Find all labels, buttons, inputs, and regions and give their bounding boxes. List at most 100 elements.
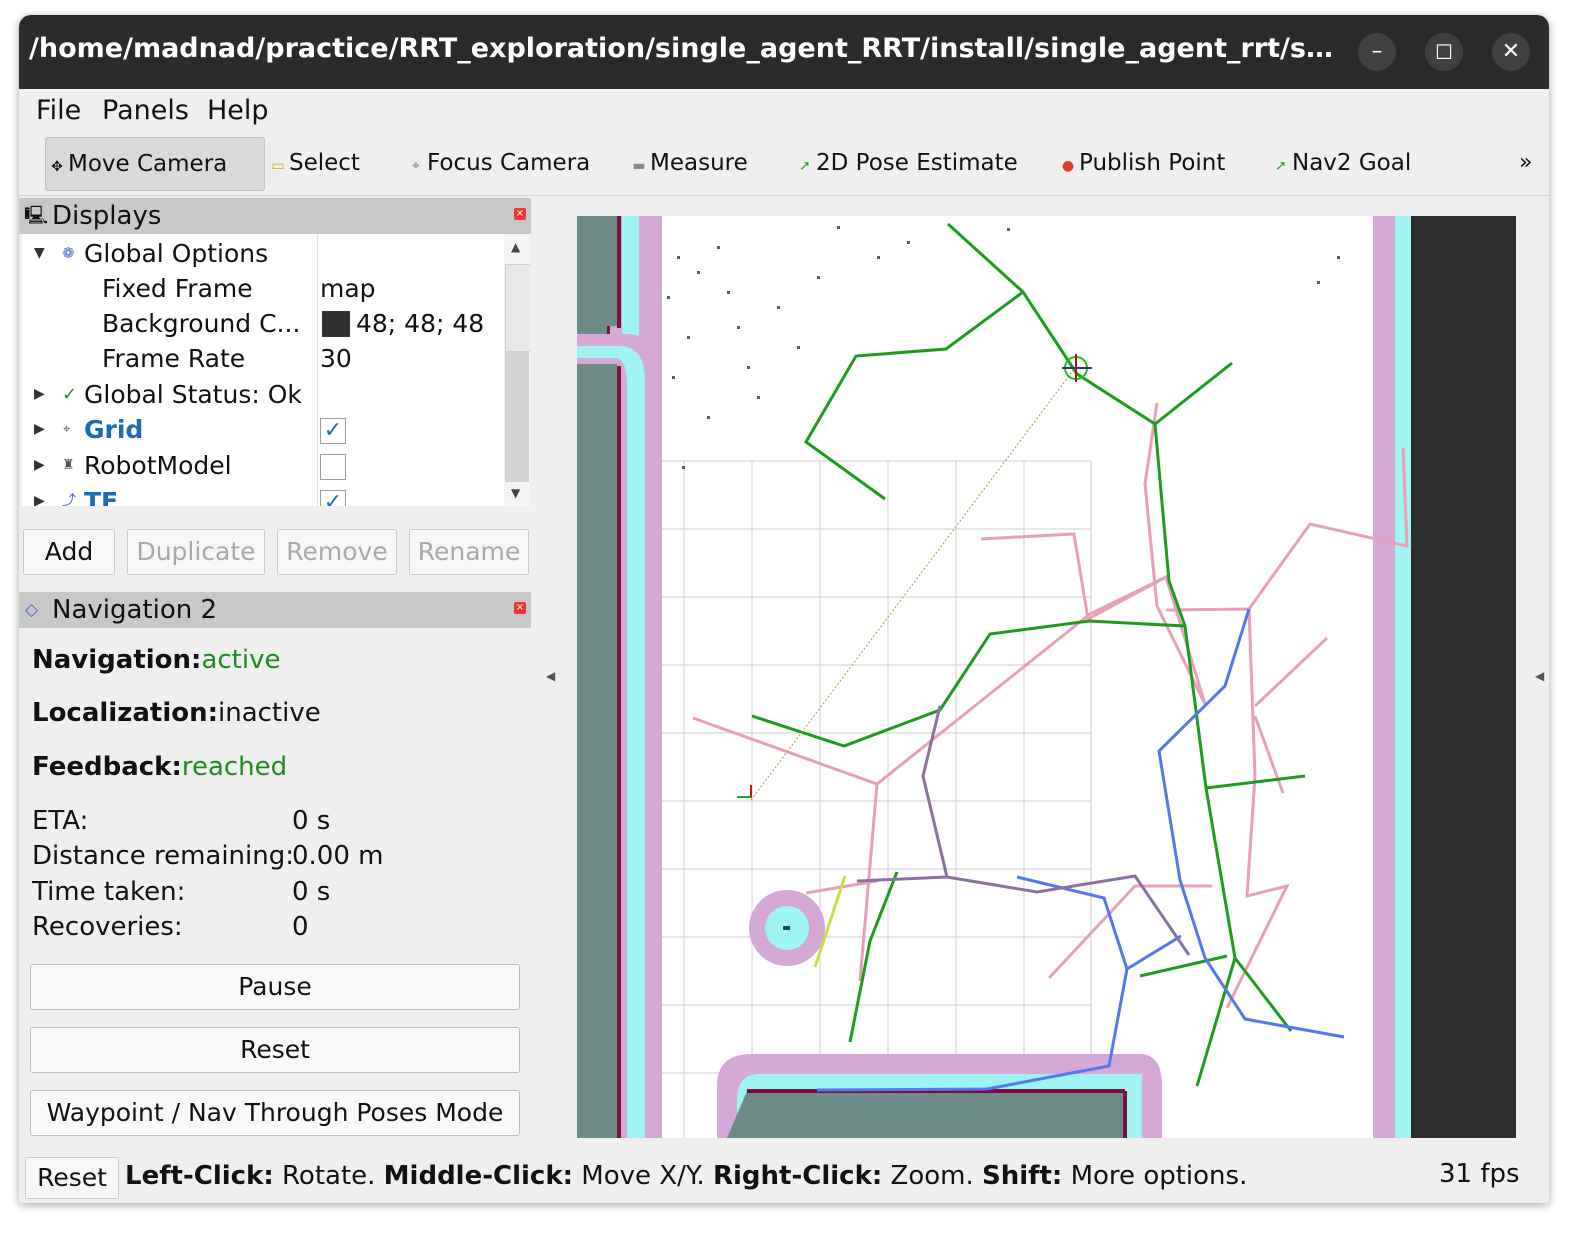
add-button[interactable]: Add [23, 529, 115, 575]
scroll-up-icon[interactable]: ▲ [511, 240, 520, 254]
status-bar: Reset Left-Click: Rotate. Middle-Click: … [19, 1155, 1549, 1203]
maximize-button[interactable]: ☐ [1425, 33, 1463, 71]
select-tool[interactable]: ▭ Select [269, 137, 360, 189]
top-left-edge [617, 216, 621, 328]
nav2-goal-tool[interactable]: ➚ Nav2 Goal [1272, 137, 1411, 189]
collapse-arrow-icon[interactable]: ▼ [34, 236, 48, 271]
pose-estimate-tool[interactable]: ➚ 2D Pose Estimate [796, 137, 1018, 189]
bottom-obstacle-wall [727, 1091, 1125, 1138]
menu-bar: File Panels Help [19, 89, 1549, 133]
distance-value: 0.00 m [292, 841, 384, 871]
menu-help[interactable]: Help [207, 95, 269, 126]
displays-tree[interactable]: ▼ ❁ Global Options Fixed Frame map Backg… [22, 234, 530, 506]
displays-scrollbar[interactable]: ▲ ▼ [504, 234, 530, 506]
recoveries-label: Recoveries: [32, 912, 183, 942]
nav-diamond-icon: ◇ [25, 600, 39, 620]
tree-row-grid[interactable]: ▶ ⌖ Grid ✓ [22, 412, 502, 447]
distance-label: Distance remaining: [32, 841, 294, 871]
close-panel-icon[interactable]: × [514, 208, 526, 220]
map-canvas[interactable] [577, 216, 1516, 1138]
mouse-hints: Left-Click: Rotate. Middle-Click: Move X… [125, 1161, 1248, 1191]
title-bar[interactable]: /home/madnad/practice/RRT_exploration/si… [19, 15, 1549, 89]
scroll-track[interactable] [505, 352, 529, 482]
publish-point-icon: ● [1061, 158, 1075, 174]
top-left-wall [577, 216, 617, 326]
tree-row-global-options[interactable]: ▼ ❁ Global Options [22, 236, 502, 271]
toolbar-overflow-button[interactable]: » [1519, 137, 1532, 189]
grid-icon: ⌖ [63, 422, 71, 437]
localization-status: Localization:inactive [32, 698, 321, 728]
tree-row-background-color[interactable]: Background C... 48; 48; 48 [22, 306, 502, 341]
recoveries-value: 0 [292, 912, 309, 942]
right-wall-edge [1411, 216, 1415, 1138]
expand-arrow-icon[interactable]: ▶ [34, 448, 48, 483]
measure-icon: ▬ [632, 158, 646, 174]
notch-wall-edge [617, 366, 621, 1138]
duplicate-button[interactable]: Duplicate [127, 529, 265, 575]
menu-panels[interactable]: Panels [102, 95, 189, 126]
time-value: 0 s [292, 877, 331, 907]
right-cost-cyan [1395, 216, 1413, 1138]
tree-row-robotmodel[interactable]: ▶ ♜ RobotModel [22, 448, 502, 483]
expand-arrow-icon[interactable]: ▶ [34, 412, 48, 447]
render-viewport[interactable] [577, 216, 1516, 1138]
waypoint-mode-button[interactable]: Waypoint / Nav Through Poses Mode [30, 1090, 520, 1136]
tree-row-tf[interactable]: ▶ ⤴ TF ✓ [22, 484, 502, 506]
navigation-status: Navigation:active [32, 645, 281, 675]
navigation-value: active [201, 645, 281, 675]
close-button[interactable]: ✕ [1492, 33, 1530, 71]
free-space [577, 216, 1415, 1138]
fps-counter: 31 fps [1439, 1159, 1520, 1189]
scroll-thumb[interactable] [505, 264, 530, 352]
tree-row-global-status[interactable]: ▶ ✓ Global Status: Ok [22, 377, 502, 412]
tree-row-frame-rate[interactable]: Frame Rate 30 [22, 341, 502, 376]
robotmodel-checkbox[interactable] [320, 448, 346, 483]
close-panel-icon[interactable]: × [514, 602, 526, 614]
eta-value: 0 s [292, 806, 331, 836]
menu-file[interactable]: File [36, 95, 81, 126]
nav2-goal-icon: ➚ [1275, 158, 1287, 174]
displays-title: Displays [52, 201, 162, 231]
focus-camera-icon: ⌖ [412, 158, 420, 174]
rename-button[interactable]: Rename [409, 529, 529, 575]
time-label: Time taken: [32, 877, 186, 907]
right-splitter-handle[interactable]: ◀ [1535, 669, 1544, 683]
color-swatch[interactable] [322, 311, 350, 337]
publish-point-tool[interactable]: ● Publish Point [1059, 137, 1226, 189]
gear-icon: ❁ [62, 244, 75, 262]
checkmark-icon: ✓ [62, 384, 78, 405]
scroll-down-icon[interactable]: ▼ [511, 486, 520, 500]
feedback-value: reached [181, 752, 288, 782]
expand-arrow-icon[interactable]: ▶ [34, 377, 48, 412]
tf-checkbox[interactable]: ✓ [320, 484, 346, 506]
move-camera-icon: ✥ [51, 159, 63, 175]
eta-label: ETA: [32, 806, 89, 836]
select-icon: ▭ [271, 158, 285, 174]
navigation-title: Navigation 2 [52, 595, 218, 625]
displays-panel-header[interactable]: 🖳 Displays × [19, 198, 531, 234]
grid-checkbox[interactable]: ✓ [320, 412, 346, 447]
rviz-window: /home/madnad/practice/RRT_exploration/si… [19, 15, 1549, 1203]
minimize-button[interactable]: – [1358, 33, 1396, 71]
remove-button[interactable]: Remove [277, 529, 397, 575]
localization-value: inactive [218, 698, 321, 728]
robot-icon: ♜ [62, 457, 75, 473]
notch-wall [577, 364, 617, 1138]
pose-estimate-icon: ➚ [799, 158, 811, 174]
pause-button[interactable]: Pause [30, 964, 520, 1010]
window-title: /home/madnad/practice/RRT_exploration/si… [29, 33, 1349, 64]
feedback-status: Feedback:reached [32, 752, 288, 782]
nav-reset-button[interactable]: Reset [30, 1027, 520, 1073]
navigation-panel-header[interactable]: ◇ Navigation 2 × [19, 592, 531, 628]
tool-bar: ✥ Move Camera ▭ Select ⌖ Focus Camera ▬ Meas… [19, 133, 1549, 196]
monitor-icon: 🖳 [24, 205, 49, 226]
move-camera-tool[interactable]: ✥ Move Camera [45, 137, 265, 191]
focus-camera-tool[interactable]: ⌖ Focus Camera [407, 137, 590, 189]
left-splitter-handle[interactable]: ◀ [546, 669, 555, 683]
measure-tool[interactable]: ▬ Measure [630, 137, 747, 189]
tree-row-fixed-frame[interactable]: Fixed Frame map [22, 271, 502, 306]
round-obstacle-core [783, 926, 790, 930]
tf-icon: ⤴ [62, 493, 76, 506]
expand-arrow-icon[interactable]: ▶ [34, 484, 48, 506]
status-reset-button[interactable]: Reset [25, 1157, 119, 1199]
